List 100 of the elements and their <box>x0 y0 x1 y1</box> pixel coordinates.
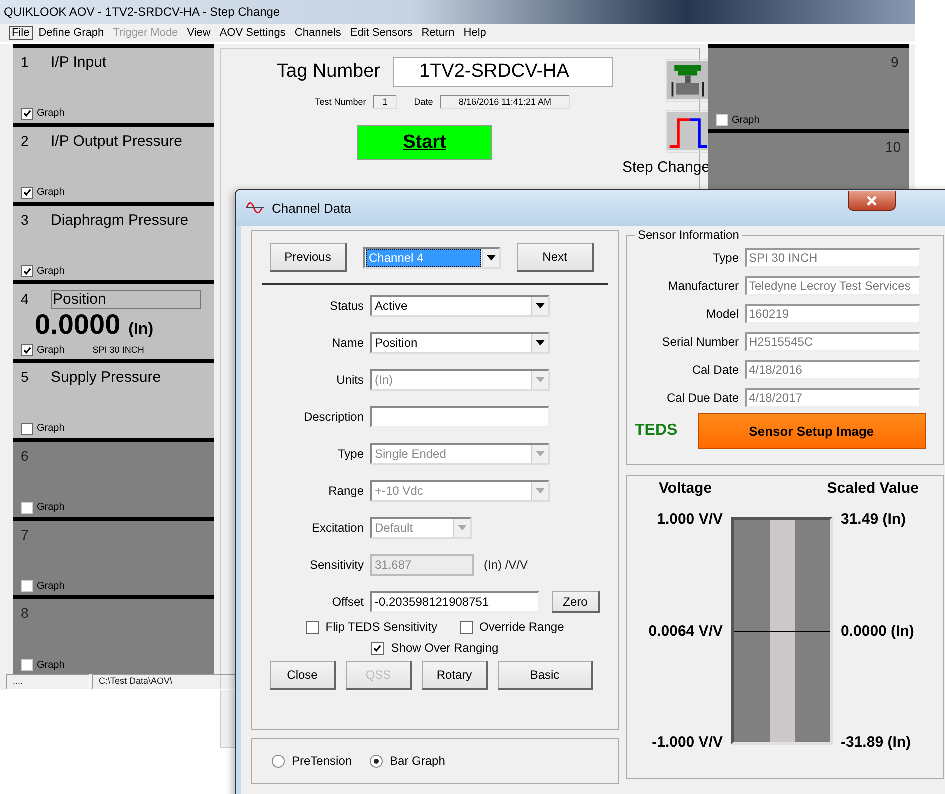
channel-name: Position <box>51 290 201 310</box>
field-label: Name <box>330 336 364 350</box>
voltage-heading: Voltage <box>659 480 712 497</box>
graph-label: Graph <box>37 266 65 277</box>
checkbox[interactable] <box>371 642 384 654</box>
channel-number: 8 <box>21 605 30 622</box>
menu-item[interactable]: Channels <box>292 26 344 40</box>
radio-button[interactable] <box>272 754 285 768</box>
graph-label: Graph <box>37 108 65 120</box>
tag-number-label: Tag Number <box>277 61 380 83</box>
menu-item[interactable]: Define Graph <box>36 26 108 40</box>
graph-label: Graph <box>37 502 65 513</box>
graph-label: Graph <box>37 580 65 592</box>
dropdown-field[interactable]: Active <box>370 295 550 317</box>
step-change-icon[interactable] <box>666 110 710 153</box>
valve-icon[interactable] <box>666 59 710 102</box>
graph-label: Graph <box>37 423 65 434</box>
radio-label: PreTension <box>292 754 352 768</box>
field-label: Cal Date <box>691 363 739 377</box>
sensor-setup-image-button[interactable]: Sensor Setup Image <box>698 413 926 449</box>
channel-number: 6 <box>21 448 30 465</box>
zero-button[interactable]: Zero <box>552 591 600 613</box>
panel-title: Sensor Information <box>635 228 742 242</box>
field-label: Sensitivity <box>308 558 364 572</box>
channel-number: 5 <box>21 369 30 386</box>
close-icon[interactable] <box>848 191 896 211</box>
dialog-button[interactable]: Rotary <box>422 661 488 690</box>
input-field[interactable]: -0.203598121908751 <box>370 591 540 613</box>
checkbox[interactable] <box>21 344 33 356</box>
field-label: Offset <box>331 595 364 609</box>
dropdown-field[interactable]: Position <box>370 332 550 354</box>
channel-name: I/P Output Pressure <box>51 132 182 150</box>
voltage-label: -1.000 V/V <box>652 734 723 751</box>
menu-item[interactable]: Help <box>460 26 490 40</box>
field-label: Type <box>336 447 364 461</box>
test-number-label: Test Number <box>315 97 366 107</box>
checkbox[interactable] <box>21 422 33 435</box>
field-label: Model <box>705 307 739 321</box>
channel-name: Diaphragm Pressure <box>51 212 189 228</box>
channel-name: I/P Input <box>51 54 107 71</box>
channel-name: Supply Pressure <box>51 369 162 386</box>
unit-label: (In) /V/V <box>484 558 528 572</box>
checkbox-label: Override Range <box>480 620 564 634</box>
checkbox[interactable] <box>460 620 473 634</box>
scaled-value-label: 31.49 (In) <box>841 511 908 528</box>
channel-value: 0.0000 <box>35 312 121 338</box>
window-title: QUIKLOOK AOV - 1TV2-SRDCV-HA - Step Change <box>4 5 280 19</box>
menu-item[interactable]: View <box>184 26 214 40</box>
dialog-title: Channel Data <box>272 200 352 216</box>
channel-unit: (In) <box>128 320 154 339</box>
menu-item[interactable]: File <box>9 26 33 40</box>
field-label: Manufacturer <box>667 279 739 293</box>
channel-number: 7 <box>21 526 30 544</box>
read-only-field: 4/18/2017 <box>745 388 921 408</box>
test-number-field: 1 <box>373 95 398 109</box>
channel-number: 1 <box>21 54 30 71</box>
channel-number: 2 <box>21 132 30 150</box>
dialog-button[interactable]: Basic <box>498 661 593 690</box>
mode-label: Step Change <box>622 159 710 176</box>
field-label: Type <box>712 251 739 265</box>
checkbox[interactable] <box>21 186 33 198</box>
previous-button[interactable]: Previous <box>270 243 347 272</box>
channel-number: 10 <box>885 139 901 156</box>
radio-button[interactable] <box>370 754 384 768</box>
graph-label: Graph <box>732 114 760 126</box>
read-only-field: 4/18/2016 <box>745 360 921 380</box>
field-label: Range <box>328 484 364 498</box>
menu-item[interactable]: AOV Settings <box>216 26 289 40</box>
field-label: Units <box>336 373 364 387</box>
checkbox[interactable] <box>21 265 33 278</box>
read-only-field: H2515545C <box>745 332 921 352</box>
field-label: Description <box>302 410 364 424</box>
channel-number: 3 <box>21 212 30 228</box>
teds-label: TEDS <box>635 422 678 440</box>
field-label: Status <box>328 299 364 313</box>
checkbox-label: Show Over Ranging <box>391 641 499 655</box>
voltage-label: 1.000 V/V <box>657 511 723 528</box>
field-label: Serial Number <box>661 335 739 349</box>
voltage-label: 0.0064 V/V <box>648 622 723 640</box>
next-button[interactable]: Next <box>517 243 594 272</box>
read-only-field: SPI 30 INCH <box>745 248 921 268</box>
checkbox[interactable] <box>306 620 319 634</box>
read-only-field: 160219 <box>745 304 921 324</box>
input-field[interactable] <box>370 406 550 428</box>
graph-label: Graph <box>37 344 65 356</box>
graph-label: Graph <box>37 187 65 198</box>
tag-number-field[interactable]: 1TV2-SRDCV-HA <box>392 57 612 87</box>
date-label: Date <box>414 97 434 107</box>
field-label: Excitation <box>310 521 364 535</box>
dialog-button[interactable]: Close <box>270 661 336 690</box>
menu-item[interactable]: Return <box>418 26 458 40</box>
field-label: Cal Due Date <box>666 391 739 405</box>
scaled-value-label: 0.0000 (In) <box>841 622 914 640</box>
menu-item[interactable]: Edit Sensors <box>347 26 416 40</box>
sine-wave-icon <box>246 201 264 215</box>
channel-number: 4 <box>21 291 30 308</box>
checkbox[interactable] <box>21 108 33 120</box>
start-button[interactable]: Start <box>357 125 492 160</box>
scaled-value-label: -31.89 (In) <box>841 734 912 751</box>
date-field: 8/16/2016 11:41:21 AM <box>440 95 570 109</box>
